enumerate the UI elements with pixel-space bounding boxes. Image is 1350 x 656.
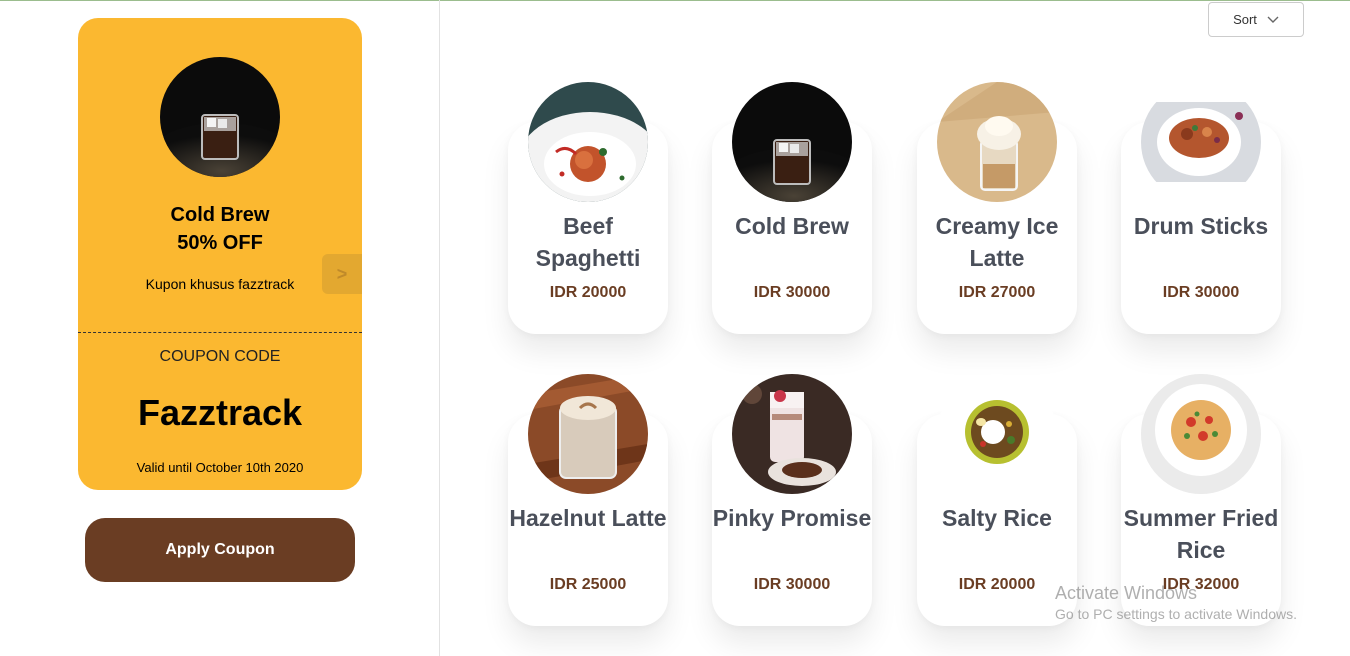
product-name: Summer Fried Rice: [1123, 505, 1279, 563]
product-card[interactable]: Cold Brew IDR 30000: [712, 82, 872, 334]
product-price: IDR 20000: [549, 284, 627, 301]
coupon-title-discount: 50% OFF: [177, 232, 263, 254]
product-image-drum-sticks: [1141, 82, 1261, 202]
product-image-hazelnut-latte: [528, 374, 648, 494]
product-card[interactable]: Salty Rice IDR 20000: [917, 374, 1077, 626]
product-image-cold-brew: [732, 82, 852, 202]
chevron-down-icon: [1267, 12, 1279, 27]
product-image-creamy-ice-latte: [937, 82, 1057, 202]
product-price: IDR 30000: [753, 284, 831, 301]
product-card[interactable]: Creamy Ice Latte IDR 27000: [917, 82, 1077, 334]
sort-dropdown[interactable]: Sort: [1208, 2, 1304, 37]
next-coupon-button[interactable]: >: [322, 254, 362, 294]
product-name: Cold Brew: [735, 213, 849, 239]
coupon-code: Fazztrack: [137, 392, 303, 433]
product-image-pinky-promise: [732, 374, 852, 494]
coupon-divider: [78, 332, 362, 333]
product-image-salty-rice: [937, 374, 1057, 494]
coupon-panel: Cold Brew 50% OFF Kupon khusus fazztrack…: [0, 0, 440, 656]
product-card[interactable]: Hazelnut Latte IDR 25000: [508, 374, 668, 626]
coupon-product-image: [160, 57, 280, 177]
watermark-subtitle: Go to PC settings to activate Windows.: [1055, 606, 1297, 622]
product-name: Drum Sticks: [1133, 213, 1269, 239]
product-image-beef-spaghetti: [528, 82, 648, 202]
product-name: Salty Rice: [942, 505, 1052, 531]
product-price: IDR 27000: [958, 284, 1036, 301]
coupon-card[interactable]: Cold Brew 50% OFF Kupon khusus fazztrack…: [78, 18, 362, 490]
watermark-title: Activate Windows: [1055, 583, 1198, 603]
coupon-description: Kupon khusus fazztrack: [145, 276, 295, 292]
product-price: IDR 30000: [1162, 284, 1240, 301]
coupon-code-label: COUPON CODE: [159, 348, 281, 365]
product-card[interactable]: Pinky Promise IDR 30000: [712, 374, 872, 626]
product-name: Hazelnut Latte: [509, 505, 667, 531]
activate-windows-watermark: Activate Windows Go to PC settings to ac…: [1055, 583, 1297, 622]
product-price: IDR 25000: [549, 576, 627, 593]
coupon-title: Cold Brew 50% OFF: [78, 201, 362, 257]
product-name: Creamy Ice Latte: [935, 213, 1059, 271]
product-price: IDR 20000: [958, 576, 1036, 593]
coupon-valid-until: Valid until October 10th 2020: [136, 460, 304, 475]
product-card[interactable]: Drum Sticks IDR 30000: [1121, 82, 1281, 334]
product-name: Beef Spaghetti: [535, 213, 641, 271]
sort-label: Sort: [1233, 12, 1257, 27]
product-card[interactable]: Beef Spaghetti IDR 20000: [508, 82, 668, 334]
product-name: Pinky Promise: [712, 505, 872, 531]
apply-coupon-button[interactable]: Apply Coupon: [85, 518, 355, 582]
coupon-title-product: Cold Brew: [170, 204, 270, 226]
product-price: IDR 30000: [753, 576, 831, 593]
product-image-summer-fried-rice: [1141, 374, 1261, 494]
